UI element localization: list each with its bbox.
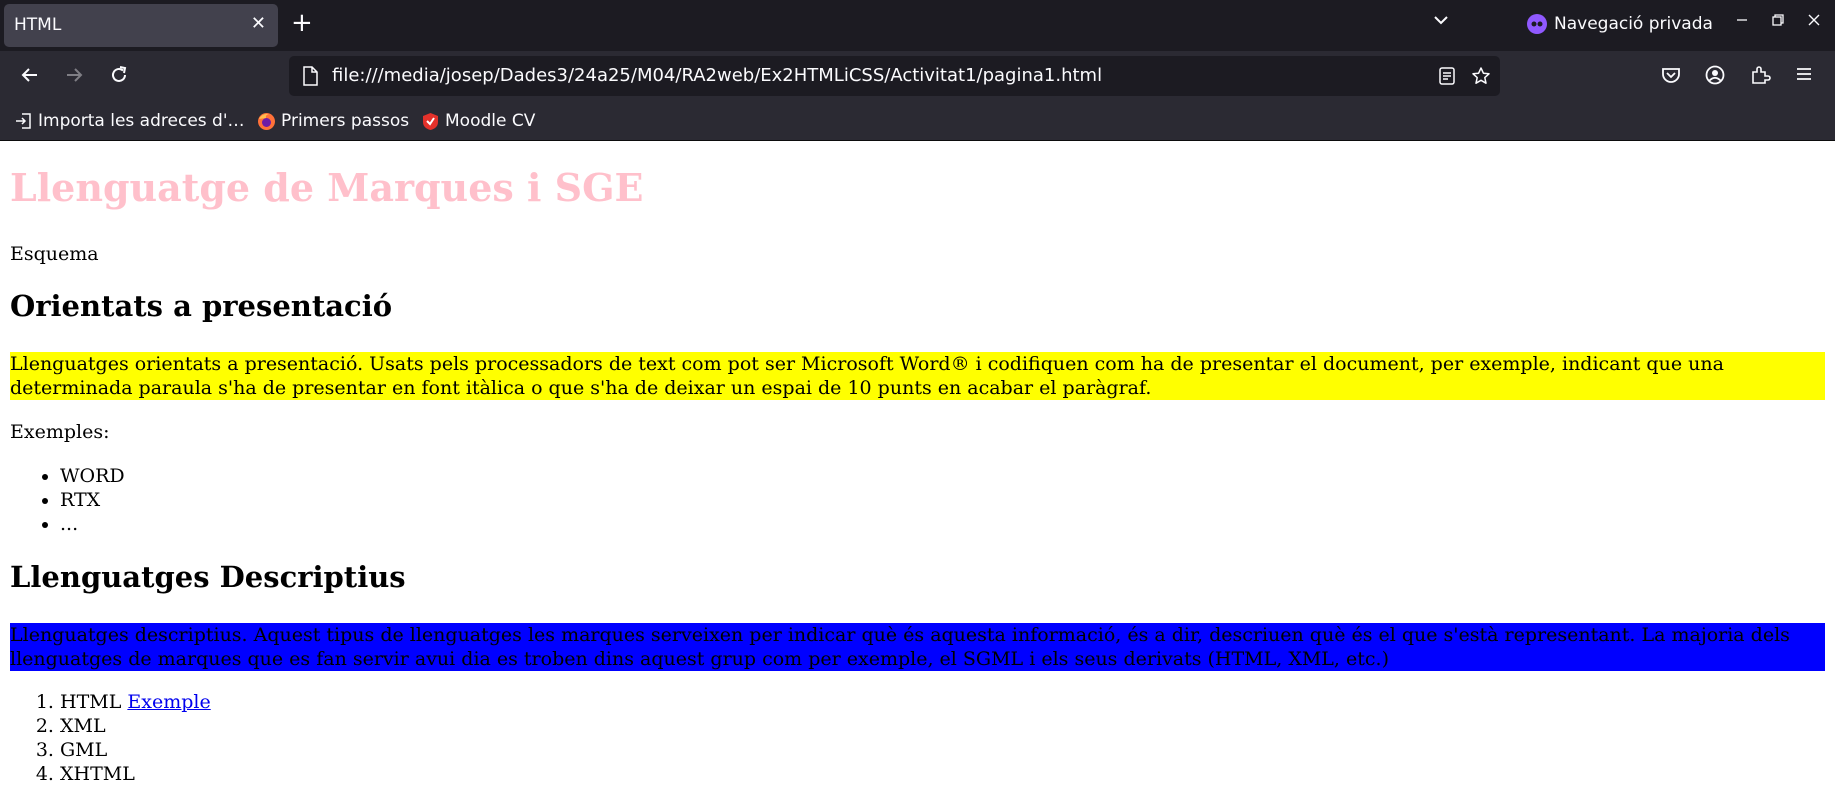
- url-text[interactable]: file:///media/josep/Dades3/24a25/M04/RA2…: [332, 65, 1102, 86]
- forward-icon[interactable]: [63, 64, 85, 90]
- presentation-paragraph: Llenguatges orientats a presentació. Usa…: [10, 352, 1825, 400]
- subtitle-text: Esquema: [10, 243, 99, 265]
- list-item-text: HTML: [60, 691, 122, 713]
- extensions-icon[interactable]: [1749, 64, 1771, 90]
- list-item: RTX: [60, 488, 125, 512]
- example-link[interactable]: Exemple: [127, 691, 210, 713]
- firefox-icon: [258, 112, 275, 130]
- examples-label: Exemples:: [10, 421, 110, 443]
- menu-icon[interactable]: [1794, 64, 1814, 88]
- tab-bar: HTML ✕ + Navegació privada: [0, 0, 1835, 51]
- back-icon[interactable]: [19, 64, 41, 90]
- close-window-icon[interactable]: [1806, 12, 1822, 32]
- descriptive-languages-list: HTML Exemple XML GML XHTML: [0, 690, 211, 786]
- tab-title: HTML: [14, 15, 62, 35]
- tab-close-icon[interactable]: ✕: [251, 13, 266, 34]
- list-item: WORD: [60, 464, 125, 488]
- minimize-icon[interactable]: [1734, 12, 1750, 32]
- pocket-icon[interactable]: [1660, 64, 1682, 90]
- section-heading-presentacio: Orientats a presentació: [10, 289, 393, 323]
- list-item: GML: [60, 738, 211, 762]
- bookmark-label: Moodle CV: [445, 111, 536, 131]
- account-icon[interactable]: [1704, 64, 1726, 90]
- import-icon: [16, 113, 31, 129]
- reader-view-icon[interactable]: [1437, 66, 1457, 90]
- private-label: Navegació privada: [1554, 14, 1713, 34]
- private-browsing-indicator: Navegació privada: [1527, 14, 1713, 34]
- new-tab-icon[interactable]: +: [291, 9, 313, 37]
- url-bar[interactable]: file:///media/josep/Dades3/24a25/M04/RA2…: [289, 56, 1500, 96]
- navigation-toolbar: file:///media/josep/Dades3/24a25/M04/RA2…: [0, 51, 1835, 102]
- reload-icon[interactable]: [108, 64, 130, 90]
- bookmark-moodle-cv[interactable]: Moodle CV: [421, 111, 535, 131]
- page-title: Llenguatge de Marques i SGE: [10, 165, 644, 210]
- page-content: Llenguatge de Marques i SGE Esquema Orie…: [0, 141, 1835, 805]
- bookmarks-toolbar: Importa les adreces d'… Primers passos M…: [0, 102, 1835, 141]
- section-heading-descriptius: Llenguatges Descriptius: [10, 560, 406, 594]
- private-mask-icon: [1527, 14, 1547, 34]
- restore-icon[interactable]: [1770, 12, 1786, 32]
- list-all-tabs-icon[interactable]: [1432, 11, 1450, 33]
- tab-html[interactable]: HTML ✕: [4, 4, 278, 47]
- moodle-icon: [423, 112, 438, 130]
- descriptive-paragraph: Llenguatges descriptius. Aquest tipus de…: [10, 623, 1825, 671]
- page-icon: [301, 66, 319, 90]
- bookmark-label: Importa les adreces d'…: [38, 111, 245, 131]
- bookmark-primers-passos[interactable]: Primers passos: [257, 111, 409, 131]
- list-item: XML: [60, 714, 211, 738]
- list-item: HTML Exemple: [60, 690, 211, 714]
- list-item: XHTML: [60, 762, 211, 786]
- bookmark-import[interactable]: Importa les adreces d'…: [15, 111, 245, 131]
- examples-list: WORD RTX ...: [0, 464, 125, 536]
- list-item: ...: [60, 512, 125, 536]
- bookmark-label: Primers passos: [281, 111, 410, 131]
- bookmark-star-icon[interactable]: [1471, 66, 1491, 90]
